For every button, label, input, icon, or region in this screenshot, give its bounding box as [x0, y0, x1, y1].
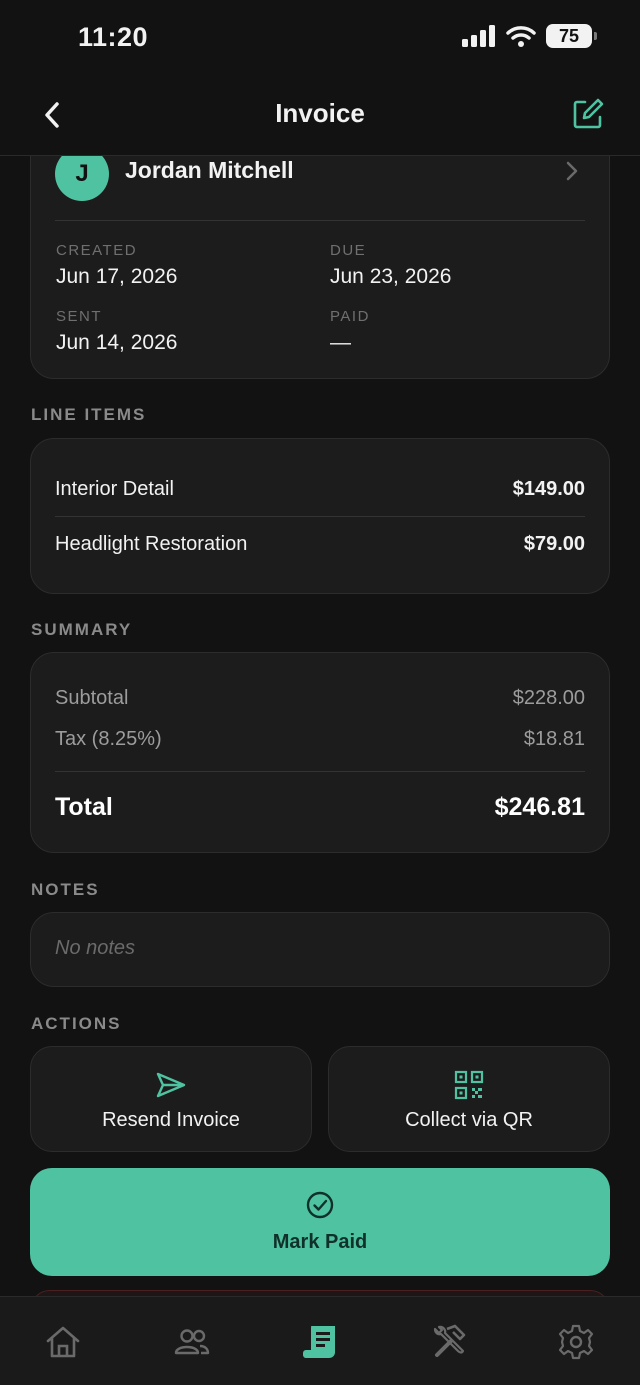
summary-divider [55, 771, 585, 772]
line-item-name: Headlight Restoration [55, 532, 248, 555]
collect-qr-button[interactable]: Collect via QR [328, 1046, 610, 1152]
client-name: Jordan Mitchell [125, 157, 294, 183]
line-item[interactable]: Interior Detail $149.00 [55, 463, 585, 517]
edit-icon[interactable] [570, 96, 606, 132]
total-label: Total [55, 793, 113, 821]
total-row: Total $246.81 [55, 793, 585, 822]
chevron-right-icon [566, 161, 578, 181]
total-value: $246.81 [494, 793, 585, 821]
page-title: Invoice [275, 98, 365, 128]
tax-label: Tax (8.25%) [55, 728, 162, 750]
created-value: Jun 17, 2026 [56, 265, 178, 288]
nav-bar: Invoice [0, 78, 640, 156]
line-items-heading: LINE ITEMS [31, 405, 147, 424]
notes-card[interactable]: No notes [30, 912, 610, 987]
line-item-amount: $79.00 [523, 532, 585, 555]
sent-value: Jun 14, 2026 [56, 331, 178, 354]
summary-card: Subtotal $228.00 Tax (8.25%) $18.81 Tota… [30, 652, 610, 853]
home-icon[interactable] [44, 1323, 82, 1361]
tab-bar [0, 1296, 640, 1385]
clients-icon[interactable] [173, 1323, 211, 1361]
scroll-content[interactable]: J Jordan Mitchell CREATED Jun 17, 2026 D… [0, 0, 640, 1296]
paid-value: — [330, 331, 351, 354]
qr-code-icon [454, 1070, 484, 1100]
client-row[interactable]: J Jordan Mitchell [55, 147, 585, 221]
collect-qr-label: Collect via QR [405, 1109, 533, 1131]
line-items-card: Interior Detail $149.00 Headlight Restor… [30, 438, 610, 594]
services-icon[interactable] [429, 1323, 467, 1361]
summary-heading: SUMMARY [31, 620, 133, 639]
paid-label: PAID [330, 308, 370, 325]
resend-invoice-button[interactable]: Resend Invoice [30, 1046, 312, 1152]
check-circle-icon [306, 1191, 334, 1219]
resend-invoice-label: Resend Invoice [102, 1109, 240, 1131]
invoices-icon[interactable] [301, 1323, 339, 1361]
line-item-amount: $149.00 [512, 478, 585, 500]
line-item[interactable]: Headlight Restoration $79.00 [55, 517, 585, 571]
settings-icon[interactable] [557, 1323, 595, 1361]
notes-heading: NOTES [31, 880, 100, 899]
subtotal-value: $228.00 [512, 687, 585, 709]
actions-heading: ACTIONS [31, 1014, 122, 1033]
due-label: DUE [330, 242, 367, 259]
mark-paid-label: Mark Paid [272, 1231, 368, 1253]
send-icon [156, 1072, 186, 1098]
notes-text: No notes [55, 937, 136, 959]
subtotal-row: Subtotal $228.00 [55, 687, 585, 710]
created-label: CREATED [56, 242, 138, 259]
sent-label: SENT [56, 308, 103, 325]
mark-paid-button[interactable]: Mark Paid [30, 1168, 610, 1276]
due-value: Jun 23, 2026 [330, 265, 452, 288]
line-item-name: Interior Detail [55, 478, 174, 500]
client-card: J Jordan Mitchell CREATED Jun 17, 2026 D… [30, 120, 610, 379]
tax-value: $18.81 [523, 728, 585, 750]
subtotal-label: Subtotal [55, 687, 129, 709]
tax-row: Tax (8.25%) $18.81 [55, 728, 585, 751]
